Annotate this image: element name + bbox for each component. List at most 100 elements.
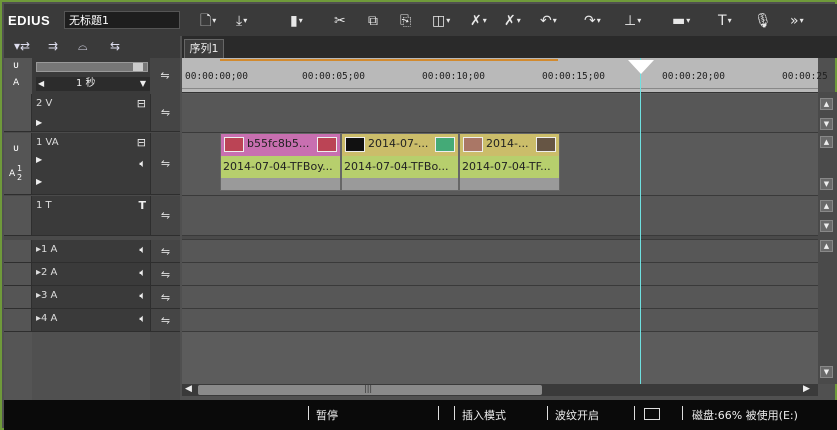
- save-icon[interactable]: ▮▾: [290, 10, 303, 32]
- sync-icon[interactable]: ⇋: [150, 94, 180, 131]
- speaker-icon[interactable]: 🔈︎: [139, 312, 146, 326]
- track-select-3a[interactable]: [4, 286, 32, 308]
- track-lane-2v[interactable]: [182, 94, 818, 133]
- chevron-down-icon[interactable]: ▾: [553, 16, 557, 25]
- sync-icon[interactable]: ⇋: [150, 133, 180, 194]
- track-tool-1-icon[interactable]: ▾⇄: [14, 39, 30, 53]
- chevron-down-icon[interactable]: ▾: [597, 16, 601, 25]
- timeline-clip[interactable]: 2014-... 2014-07-04-TF...: [459, 133, 560, 191]
- scroll-down-icon[interactable]: ▼: [820, 220, 833, 232]
- empty-lane-area[interactable]: [182, 332, 818, 384]
- chevron-down-icon[interactable]: ▾: [686, 16, 690, 25]
- timescale-select[interactable]: ◀ 1 秒 ▼: [36, 77, 150, 91]
- chevron-down-icon[interactable]: ▾: [299, 16, 303, 25]
- redo-icon[interactable]: ↷▾: [584, 10, 601, 32]
- scroll-left-icon[interactable]: ◀: [185, 384, 192, 394]
- tab-sequence-1[interactable]: 序列1: [184, 39, 224, 58]
- new-project-icon[interactable]: 🗋▾: [200, 10, 216, 32]
- vertical-scrollbar[interactable]: ▲ ▼ ▲ ▼ ▲ ▼ ▲ ▼: [818, 92, 837, 384]
- speaker-icon[interactable]: 🔈︎: [139, 289, 146, 303]
- chevron-down-icon[interactable]: ▾: [517, 16, 521, 25]
- track-header-1t[interactable]: 1 T T ⇋: [4, 196, 180, 236]
- chevron-down-icon[interactable]: ▾: [243, 16, 247, 25]
- track-lane-3a[interactable]: [182, 286, 818, 309]
- track-header-1a[interactable]: ▸1 A 🔈︎ ⇋: [4, 240, 180, 263]
- expand-icon[interactable]: ▶: [36, 118, 42, 127]
- expand-icon[interactable]: ▶: [36, 155, 42, 164]
- horizontal-scroll-thumb[interactable]: |||: [198, 384, 542, 395]
- video-mute-icon[interactable]: ⊟: [137, 97, 146, 110]
- chevron-down-icon[interactable]: ▾: [212, 16, 216, 25]
- title-icon[interactable]: T▾: [718, 10, 732, 32]
- track-lane-1a[interactable]: [182, 240, 818, 263]
- delete-icon[interactable]: ✗▾: [470, 10, 487, 32]
- track-lane-1t[interactable]: [182, 196, 818, 236]
- replace-icon[interactable]: ◫▾: [432, 10, 450, 32]
- speaker-icon[interactable]: 🔈︎: [139, 266, 146, 280]
- audio-patch-label[interactable]: A: [9, 169, 15, 179]
- marker-icon[interactable]: ▬▾: [672, 10, 690, 32]
- timeline-cursor[interactable]: [640, 58, 641, 384]
- undo-icon[interactable]: ↶▾: [540, 10, 557, 32]
- insert-mode[interactable]: 插入模式: [462, 407, 506, 423]
- scroll-up-icon[interactable]: ▲: [820, 98, 833, 110]
- ripple-delete-icon[interactable]: ✗▾: [504, 10, 521, 32]
- scroll-up-icon[interactable]: ▲: [820, 200, 833, 212]
- sync-icon[interactable]: ⇋: [150, 263, 180, 285]
- track-lane-1va[interactable]: b55fc8b5... 2014-07-04-TFBoy... 2014-07-…: [182, 133, 818, 196]
- chevron-down-icon[interactable]: ▾: [446, 16, 450, 25]
- more-icon[interactable]: »▾: [790, 10, 804, 32]
- copy-icon[interactable]: ⧉: [368, 10, 378, 32]
- track-tool-2-icon[interactable]: ⇉: [48, 39, 58, 53]
- scroll-down-icon[interactable]: ▼: [820, 178, 833, 190]
- track-header-3a[interactable]: ▸3 A 🔈︎ ⇋: [4, 286, 180, 309]
- track-tool-3-icon[interactable]: ⌓: [78, 39, 88, 54]
- chevron-down-icon[interactable]: ▾: [800, 16, 804, 25]
- microphone-icon[interactable]: 🎙: [754, 10, 772, 32]
- scroll-right-icon[interactable]: ▶: [803, 384, 810, 394]
- video-patch-icon[interactable]: ᴜ: [13, 143, 19, 154]
- track-select-2a[interactable]: [4, 263, 32, 285]
- cursor-head-icon[interactable]: [628, 60, 654, 74]
- horizontal-scrollbar[interactable]: ◀ ||| ▶: [182, 384, 818, 396]
- timeline-clip[interactable]: b55fc8b5... 2014-07-04-TFBoy...: [220, 133, 341, 191]
- paste-icon[interactable]: ⎘: [400, 10, 411, 32]
- open-icon[interactable]: ⤓▾: [236, 10, 247, 32]
- track-lane-2a[interactable]: [182, 263, 818, 286]
- chevron-down-icon[interactable]: ▼: [140, 77, 146, 91]
- track-header-4a[interactable]: ▸4 A 🔈︎ ⇋: [4, 309, 180, 332]
- slider-thumb[interactable]: [133, 63, 143, 71]
- ripple-mode[interactable]: 波纹开启: [555, 407, 599, 423]
- sync-icon[interactable]: ⇋: [150, 196, 180, 235]
- timescale-slider[interactable]: [36, 62, 148, 72]
- track-select-1va[interactable]: ᴜ A 1 2: [4, 133, 32, 194]
- chevron-down-icon[interactable]: ▾: [637, 16, 641, 25]
- cut-icon[interactable]: ✂: [334, 10, 346, 32]
- track-select-4a[interactable]: [4, 309, 32, 331]
- a-sync-icon[interactable]: A: [13, 78, 19, 88]
- project-name-field[interactable]: 无标题1: [64, 11, 180, 29]
- scroll-down-icon[interactable]: ▼: [820, 366, 833, 378]
- speaker-icon[interactable]: 🔈︎: [139, 157, 146, 171]
- chevron-down-icon[interactable]: ▾: [483, 16, 487, 25]
- title-track-icon[interactable]: T: [138, 199, 146, 212]
- time-ruler[interactable]: 00:00:00;00 00:00:05;00 00:00:10;00 00:0…: [182, 58, 828, 93]
- speaker-icon[interactable]: 🔈︎: [139, 243, 146, 257]
- track-select-1t[interactable]: [4, 196, 32, 235]
- scroll-down-icon[interactable]: ▼: [820, 118, 833, 130]
- expand-icon[interactable]: ▶: [36, 177, 42, 186]
- timeline-clip[interactable]: 2014-07-... 2014-07-04-TFBo...: [341, 133, 459, 191]
- track-header-1va[interactable]: ᴜ A 1 2 1 VA ⊟ ▶ 🔈︎ ▶ ⇋: [4, 133, 180, 195]
- track-select-2v[interactable]: [4, 94, 32, 131]
- timescale-sync-icon[interactable]: ⇋: [150, 58, 180, 94]
- sync-icon[interactable]: ⇋: [150, 309, 180, 331]
- timeline-area[interactable]: 00:00:00;00 00:00:05;00 00:00:10;00 00:0…: [182, 58, 828, 384]
- video-mute-icon[interactable]: ⊟: [137, 136, 146, 149]
- insert-icon[interactable]: ⊥▾: [624, 10, 641, 32]
- chevron-down-icon[interactable]: ▾: [728, 16, 732, 25]
- track-header-2a[interactable]: ▸2 A 🔈︎ ⇋: [4, 263, 180, 286]
- track-tool-4-icon[interactable]: ⇆: [110, 39, 120, 53]
- scroll-up-icon[interactable]: ▲: [820, 240, 833, 252]
- scroll-up-icon[interactable]: ▲: [820, 136, 833, 148]
- track-lane-4a[interactable]: [182, 309, 818, 332]
